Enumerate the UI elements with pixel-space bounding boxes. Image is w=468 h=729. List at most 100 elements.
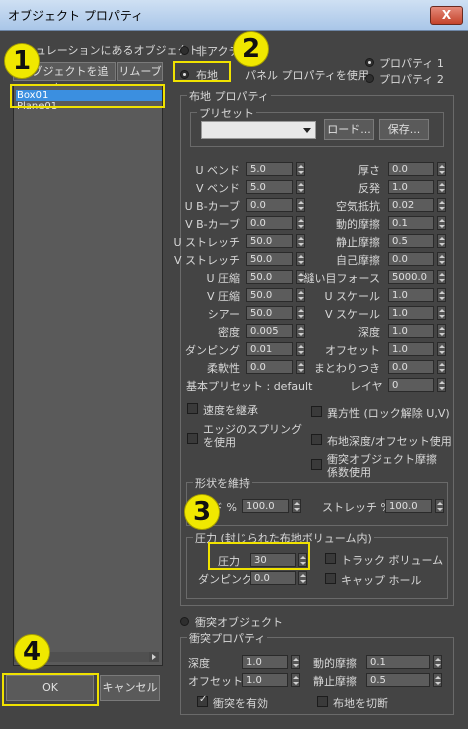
param-label: 柔軟性	[207, 362, 240, 375]
edge-springs-checkbox[interactable]	[187, 433, 198, 444]
track-volume-checkbox[interactable]	[325, 553, 336, 564]
pressure-damping-field[interactable]: 0.0	[250, 571, 296, 585]
param-label: 厚さ	[358, 164, 380, 177]
property-2-radio[interactable]	[365, 74, 374, 83]
param-field[interactable]: 1.0	[388, 306, 434, 320]
coll-depth-field[interactable]: 1.0	[242, 655, 288, 669]
preset-dropdown[interactable]	[201, 121, 316, 139]
inactive-radio[interactable]	[180, 46, 189, 55]
param-field[interactable]: 1.0	[388, 342, 434, 356]
spinner[interactable]	[433, 655, 442, 669]
spinner[interactable]	[437, 324, 446, 338]
param-field[interactable]: 50.0	[246, 306, 293, 320]
param-field[interactable]: 1.0	[388, 288, 434, 302]
layer-field[interactable]: 0	[388, 378, 434, 392]
param-label: 深度	[358, 326, 380, 339]
base-preset-label: 基本プリセット : default	[186, 380, 313, 393]
highlight-ok-button	[2, 673, 99, 706]
param-field[interactable]: 1.0	[388, 180, 434, 194]
param-label: V 圧縮	[206, 290, 240, 303]
spinner[interactable]	[437, 216, 446, 230]
presets-title: プリセット	[197, 105, 256, 121]
spinner[interactable]	[291, 655, 300, 669]
spinner[interactable]	[437, 360, 446, 374]
param-field[interactable]: 0.0	[246, 216, 293, 230]
load-button[interactable]: ロード...	[324, 119, 374, 140]
param-field[interactable]: 0.0	[246, 198, 293, 212]
param-field[interactable]: 0.0	[388, 162, 434, 176]
param-field[interactable]: 50.0	[246, 270, 293, 284]
spinner[interactable]	[437, 234, 446, 248]
remove-button[interactable]: リムーブ	[117, 62, 163, 81]
spinner[interactable]	[437, 306, 446, 320]
highlight-object-list	[10, 84, 165, 108]
spinner[interactable]	[437, 288, 446, 302]
spinner[interactable]	[437, 162, 446, 176]
enable-collision-label: 衝突を有効	[213, 697, 268, 710]
scroll-right-button[interactable]	[149, 652, 159, 662]
spinner[interactable]	[437, 252, 446, 266]
param-field[interactable]: 0.0	[388, 360, 434, 374]
param-label: まとわりつき	[313, 362, 380, 375]
spinner[interactable]	[291, 673, 300, 687]
coll-offset-field[interactable]: 1.0	[242, 673, 288, 687]
spinner[interactable]	[437, 342, 446, 356]
param-field[interactable]: 50.0	[246, 288, 293, 302]
param-field[interactable]: 0.01	[246, 342, 293, 356]
param-label: U ベンド	[195, 164, 240, 177]
objects-list-header: シミュレーションにあるオブジェクト	[13, 44, 200, 57]
step-badge-3: 3	[184, 494, 220, 530]
param-field[interactable]: 0.5	[388, 234, 434, 248]
param-field[interactable]: 5.0	[246, 162, 293, 176]
objects-list[interactable]: Box01 Plane01	[13, 84, 163, 666]
enable-collision-checkbox[interactable]	[197, 694, 208, 707]
spinner[interactable]	[437, 270, 446, 284]
close-button[interactable]: X	[430, 6, 463, 25]
chevron-down-icon	[303, 128, 311, 133]
anisotropic-checkbox[interactable]	[311, 406, 322, 417]
chevron-right-icon	[152, 654, 156, 660]
cut-cloth-checkbox[interactable]	[317, 696, 328, 707]
param-field[interactable]: 0.005	[246, 324, 293, 338]
coll-dynamic-friction-field[interactable]: 0.1	[366, 655, 430, 669]
coll-offset-label: オフセット	[188, 675, 243, 688]
cancel-button[interactable]: キャンセル	[100, 675, 160, 701]
param-field[interactable]: 5.0	[246, 180, 293, 194]
shape-group-title: 形状を維持	[193, 475, 252, 491]
spinner[interactable]	[292, 499, 301, 513]
param-field[interactable]: 50.0	[246, 252, 293, 266]
coll-depth-label: 深度	[188, 657, 210, 670]
param-field[interactable]: 0.0	[246, 360, 293, 374]
cap-holes-checkbox[interactable]	[325, 573, 336, 584]
edge-springs-label-2: を使用	[203, 436, 236, 449]
collision-object-radio[interactable]	[180, 617, 189, 626]
coll-dynamic-friction-label: 動的摩擦	[313, 657, 357, 670]
use-rest-checkbox[interactable]	[187, 403, 198, 414]
param-label: 動的摩擦	[336, 218, 380, 231]
spinner[interactable]	[437, 378, 446, 392]
spinner[interactable]	[437, 180, 446, 194]
spinner[interactable]	[435, 499, 444, 513]
param-label: シアー	[207, 308, 240, 321]
param-field[interactable]: 0.0	[388, 252, 434, 266]
param-field[interactable]: 0.02	[388, 198, 434, 212]
shape-bend-field[interactable]: 100.0	[242, 499, 289, 513]
cloth-depth-checkbox[interactable]	[311, 434, 322, 445]
cap-holes-label: キャップ ホール	[341, 574, 422, 587]
save-button[interactable]: 保存...	[379, 119, 429, 140]
param-field[interactable]: 50.0	[246, 234, 293, 248]
param-field[interactable]: 5000.0	[388, 270, 434, 284]
param-field[interactable]: 1.0	[388, 324, 434, 338]
spinner[interactable]	[298, 571, 307, 585]
object-properties-dialog: オブジェクト プロパティ X シミュレーションにあるオブジェクト オブジェクトを…	[0, 0, 468, 729]
coll-static-friction-field[interactable]: 0.5	[366, 673, 430, 687]
collision-friction-checkbox[interactable]	[311, 459, 322, 470]
spinner[interactable]	[437, 198, 446, 212]
spinner[interactable]	[433, 673, 442, 687]
cloth-properties-title: 布地 プロパティ	[187, 88, 271, 104]
property-1-radio[interactable]	[365, 58, 374, 67]
shape-stretch-field[interactable]: 100.0	[385, 499, 432, 513]
param-label: U B-カーブ	[184, 200, 240, 213]
param-field[interactable]: 0.1	[388, 216, 434, 230]
anisotropic-label: 異方性 (ロック解除 U,V)	[327, 407, 450, 420]
